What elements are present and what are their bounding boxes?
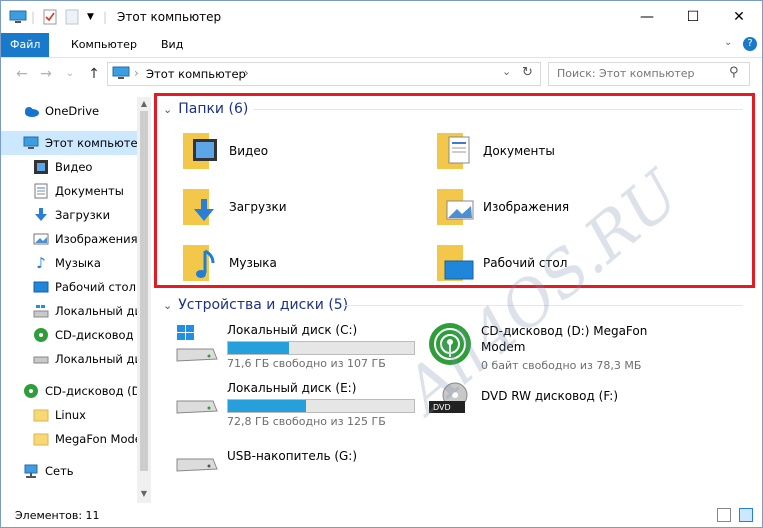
windows-drive-icon <box>176 325 218 362</box>
computer-icon <box>112 66 130 83</box>
sidebar-item-megafon-modem[interactable]: MegaFon Mode <box>1 427 142 451</box>
folder-icon <box>33 407 49 423</box>
windows-drive-icon <box>33 303 49 319</box>
scroll-down-icon[interactable]: ▼ <box>137 487 151 501</box>
address-bar[interactable]: › Этот компьютер › ⌄ ↻ <box>107 62 541 86</box>
explorer-window: | ▼ | Этот компьютер — ☐ ✕ Файл Компьюте… <box>0 0 763 528</box>
title-bar: | ▼ | Этот компьютер — ☐ ✕ <box>1 1 762 33</box>
sidebar-item-network[interactable]: Сеть <box>1 459 137 483</box>
maximize-button[interactable]: ☐ <box>670 1 716 33</box>
address-dropdown-icon[interactable]: ⌄ <box>502 65 511 78</box>
drive-usb-g[interactable]: USB-накопитель (G:) <box>173 439 423 491</box>
drive-local-e[interactable]: Локальный диск (E:) 72,8 ГБ свободно из … <box>173 377 423 429</box>
minimize-button[interactable]: — <box>624 1 670 33</box>
capacity-fill <box>228 400 307 412</box>
music-icon: ♪ <box>36 254 46 272</box>
computer-icon <box>23 135 39 151</box>
collapse-icon[interactable]: ⌄ <box>163 299 172 312</box>
sidebar-item-onedrive[interactable]: OneDrive <box>1 99 137 123</box>
ribbon-tabs: Файл Компьютер Вид ⌄ ? <box>1 33 762 58</box>
help-icon[interactable]: ? <box>743 37 757 51</box>
search-icon[interactable]: ⚲ <box>729 65 739 80</box>
pictures-icon <box>33 231 49 247</box>
navigation-pane: OneDrive Этот компьютер Видео Документы … <box>1 97 151 503</box>
scrollbar-thumb[interactable] <box>140 111 148 471</box>
search-box[interactable]: ⚲ <box>548 62 750 86</box>
items-count: Элементов: 11 <box>15 509 100 522</box>
window-title: Этот компьютер <box>117 10 222 24</box>
new-folder-icon[interactable] <box>65 1 79 33</box>
documents-icon <box>33 183 49 199</box>
network-icon <box>23 463 39 479</box>
back-icon[interactable]: ← <box>11 58 33 90</box>
capacity-bar <box>227 341 415 355</box>
usb-drive-icon <box>176 458 218 472</box>
sidebar-item-local-disk-c[interactable]: Локальный ди <box>1 299 142 323</box>
address-separator: › <box>134 66 139 80</box>
sidebar-item-downloads[interactable]: Загрузки <box>1 203 137 227</box>
cloud-icon <box>23 103 39 119</box>
capacity-fill <box>228 342 290 354</box>
titlebar-divider: | <box>103 10 108 24</box>
cd-drive-icon <box>33 327 49 343</box>
up-icon[interactable]: ↑ <box>83 58 105 90</box>
sidebar-item-this-pc[interactable]: Этот компьютер <box>1 131 145 155</box>
sidebar-item-music[interactable]: ♪ Музыка <box>1 251 137 275</box>
tab-computer[interactable]: Компьютер <box>61 33 147 57</box>
sidebar-item-documents[interactable]: Документы <box>1 179 137 203</box>
sidebar-scrollbar[interactable]: ▲ ▼ <box>137 97 151 503</box>
status-bar: Элементов: 11 <box>1 505 762 527</box>
computer-icon[interactable] <box>9 1 27 33</box>
properties-icon[interactable] <box>43 1 57 33</box>
quick-access-dropdown-icon[interactable]: ▼ <box>87 1 94 33</box>
recent-dropdown-icon[interactable]: ⌄ <box>59 58 81 90</box>
ribbon-expand-icon[interactable]: ⌄ <box>724 37 732 48</box>
address-path[interactable]: Этот компьютер <box>146 67 246 81</box>
tab-view[interactable]: Вид <box>151 33 193 57</box>
drive-local-c[interactable]: Локальный диск (C:) 71,6 ГБ свободно из … <box>173 319 423 371</box>
forward-icon[interactable]: → <box>35 58 57 90</box>
drive-icon <box>33 351 49 367</box>
scroll-up-icon[interactable]: ▲ <box>137 97 151 111</box>
address-row: ← → ⌄ ↑ › Этот компьютер › ⌄ ↻ ⚲ <box>1 58 762 90</box>
downloads-icon <box>33 207 49 223</box>
titlebar-divider: | <box>31 10 36 24</box>
address-separator[interactable]: › <box>244 66 249 80</box>
cd-drive-icon <box>23 383 39 399</box>
devices-group-header[interactable]: ⌄ Устройства и диски (5) <box>163 295 348 315</box>
close-button[interactable]: ✕ <box>716 1 762 33</box>
folder-icon <box>33 431 49 447</box>
desktop-icon <box>33 279 49 295</box>
capacity-bar <box>227 399 415 413</box>
video-icon <box>33 159 49 175</box>
drive-icon <box>176 400 218 414</box>
sidebar-item-cd-drive-d[interactable]: CD-дисковод ( <box>1 323 142 347</box>
tab-file[interactable]: Файл <box>1 33 49 57</box>
sidebar-item-video[interactable]: Видео <box>1 155 137 179</box>
sidebar-item-desktop[interactable]: Рабочий стол <box>1 275 137 299</box>
sidebar-item-pictures[interactable]: Изображения <box>1 227 138 251</box>
sidebar-item-local-disk-e[interactable]: Локальный ди <box>1 347 142 371</box>
sidebar-item-cd-drive-d-root[interactable]: CD-дисковод (D: <box>1 379 144 403</box>
search-input[interactable] <box>549 63 727 83</box>
sidebar-item-linux[interactable]: Linux <box>1 403 137 427</box>
refresh-icon[interactable]: ↻ <box>522 65 533 80</box>
large-icons-view-icon[interactable] <box>739 508 753 522</box>
details-view-icon[interactable] <box>717 508 731 522</box>
